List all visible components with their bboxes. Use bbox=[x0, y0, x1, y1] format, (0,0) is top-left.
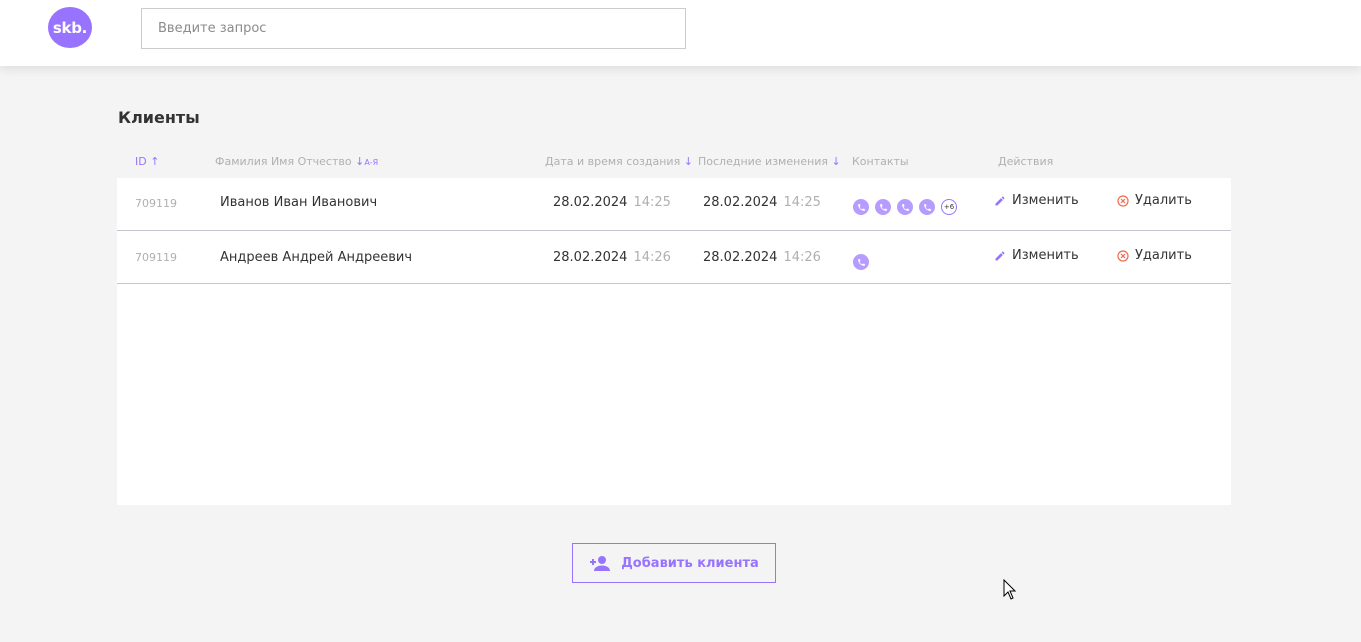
sort-arrow-up-icon: ↑ bbox=[150, 155, 160, 168]
delete-circle-icon bbox=[1117, 194, 1129, 207]
column-header-created[interactable]: Дата и время создания ↓ bbox=[545, 155, 693, 168]
updated-time: 14:26 bbox=[783, 250, 821, 265]
contacts-list bbox=[853, 254, 869, 270]
delete-label: Удалить bbox=[1135, 248, 1192, 263]
phone-icon[interactable] bbox=[853, 199, 869, 215]
table-row: 709119 Иванов Иван Иванович 28.02.2024 14… bbox=[117, 178, 1231, 231]
add-user-icon bbox=[590, 556, 611, 571]
logo[interactable]: skb. bbox=[48, 7, 92, 48]
edit-label: Изменить bbox=[1012, 248, 1079, 263]
pencil-icon bbox=[995, 250, 1005, 260]
created-datetime: 28.02.2024 14:26 bbox=[553, 250, 671, 265]
column-header-created-label: Дата и время создания bbox=[545, 155, 681, 168]
updated-date: 28.02.2024 bbox=[703, 250, 778, 265]
sort-arrow-down-icon: ↓ bbox=[355, 155, 365, 168]
add-client-button[interactable]: Добавить клиента bbox=[572, 543, 776, 583]
clients-table: 709119 Иванов Иван Иванович 28.02.2024 14… bbox=[117, 178, 1231, 505]
delete-circle-icon bbox=[1117, 249, 1129, 262]
column-header-fio-label: Фамилия Имя Отчество bbox=[215, 155, 352, 168]
updated-datetime: 28.02.2024 14:26 bbox=[703, 250, 821, 265]
contacts-list: +6 bbox=[853, 199, 957, 215]
delete-button[interactable]: Удалить bbox=[1117, 248, 1192, 263]
column-header-updated-label: Последние изменения bbox=[698, 155, 829, 168]
edit-label: Изменить bbox=[1012, 193, 1079, 208]
column-header-updated[interactable]: Последние изменения ↓ bbox=[698, 155, 841, 168]
edit-button[interactable]: Изменить bbox=[994, 248, 1079, 263]
created-date: 28.02.2024 bbox=[553, 250, 628, 265]
sort-hint: А-Я bbox=[364, 158, 379, 167]
search-box[interactable] bbox=[141, 8, 686, 49]
column-header-id[interactable]: ID ↑ bbox=[135, 155, 159, 168]
sort-arrow-down-icon: ↓ bbox=[831, 155, 841, 168]
created-time: 14:25 bbox=[633, 195, 671, 210]
updated-time: 14:25 bbox=[783, 195, 821, 210]
page-title: Клиенты bbox=[118, 108, 200, 127]
column-header-contacts: Контакты bbox=[852, 155, 909, 168]
phone-icon[interactable] bbox=[919, 199, 935, 215]
header: skb. bbox=[0, 0, 1361, 66]
created-date: 28.02.2024 bbox=[553, 195, 628, 210]
client-fio: Иванов Иван Иванович bbox=[220, 195, 378, 210]
phone-icon[interactable] bbox=[897, 199, 913, 215]
client-id: 709119 bbox=[135, 251, 177, 264]
phone-icon[interactable] bbox=[853, 254, 869, 270]
edit-button[interactable]: Изменить bbox=[994, 193, 1079, 208]
created-time: 14:26 bbox=[633, 250, 671, 265]
pencil-icon bbox=[995, 195, 1005, 205]
delete-label: Удалить bbox=[1135, 193, 1192, 208]
more-contacts-button[interactable]: +6 bbox=[941, 199, 957, 215]
delete-button[interactable]: Удалить bbox=[1117, 193, 1192, 208]
add-client-label: Добавить клиента bbox=[621, 555, 759, 571]
mouse-cursor-icon bbox=[1003, 579, 1016, 600]
table-row: 709119 Андреев Андрей Андреевич 28.02.20… bbox=[117, 231, 1231, 284]
updated-date: 28.02.2024 bbox=[703, 195, 778, 210]
sort-arrow-down-icon: ↓ bbox=[683, 155, 693, 168]
client-id: 709119 bbox=[135, 197, 177, 210]
phone-icon[interactable] bbox=[875, 199, 891, 215]
column-header-actions: Действия bbox=[998, 155, 1054, 168]
column-header-fio[interactable]: Фамилия Имя Отчество ↓А-Я bbox=[215, 155, 378, 168]
updated-datetime: 28.02.2024 14:25 bbox=[703, 195, 821, 210]
search-input[interactable] bbox=[142, 9, 685, 48]
column-header-id-label: ID bbox=[135, 155, 147, 168]
created-datetime: 28.02.2024 14:25 bbox=[553, 195, 671, 210]
client-fio: Андреев Андрей Андреевич bbox=[220, 250, 413, 265]
